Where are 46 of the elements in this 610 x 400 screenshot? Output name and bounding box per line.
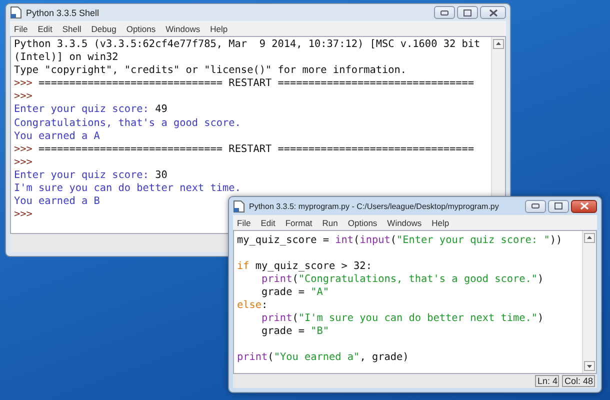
console-line: You earned a B — [14, 195, 100, 208]
close-button[interactable] — [571, 200, 597, 212]
menu-item[interactable]: File — [14, 24, 28, 34]
minimize-button[interactable] — [434, 6, 455, 19]
console-line: I'm sure you can do better next time. — [14, 182, 241, 196]
console-line: Python 3.3.5 (v3.3.5:62cf4e77f785, Mar 9 2014, 10:37:12) [MSC v.1600 32 bit — [14, 38, 480, 52]
close-button[interactable] — [480, 6, 506, 19]
console-line: >>> — [14, 156, 34, 169]
menu-item[interactable]: Options — [348, 218, 378, 228]
console-line: Enter your quiz score: 30 — [14, 168, 168, 182]
status-text: Col: 48 — [562, 375, 595, 387]
console-line: Enter your quiz score: 49 — [14, 103, 168, 117]
menu-item[interactable]: Shell — [62, 24, 82, 34]
menu-item[interactable]: Debug — [91, 24, 116, 34]
menu-item[interactable]: Edit — [260, 218, 276, 228]
maximize-button[interactable] — [457, 6, 478, 19]
maximize-icon — [463, 8, 472, 16]
document-icon — [10, 6, 22, 19]
document-icon — [233, 200, 245, 212]
console-line: >>> — [14, 90, 34, 104]
menu-item[interactable]: Help — [210, 24, 228, 34]
menu-item[interactable]: Windows — [387, 218, 422, 228]
console-line: Type "copyright", "credits" or "license()" for more information. — [14, 64, 407, 78]
console-line: Congratulations, that's a good score. — [14, 116, 241, 130]
menu-item[interactable]: Edit — [38, 24, 52, 34]
maximize-button[interactable] — [548, 200, 569, 212]
console-line: >>> ============================== RESTART ================================ — [14, 142, 474, 156]
menu-item[interactable]: Help — [432, 218, 450, 228]
menu-item[interactable]: File — [237, 218, 251, 228]
close-icon — [488, 8, 498, 16]
console-line: You earned a A — [14, 130, 100, 143]
menu-item[interactable]: Run — [322, 218, 338, 228]
status-text: Ln: 4 — [535, 375, 560, 387]
minimize-button[interactable] — [525, 200, 546, 212]
console-line: >>> ============================== RESTART ================================ — [14, 77, 474, 90]
menu-item[interactable]: Options — [126, 24, 156, 34]
console-line: (Intel)] on win32 — [14, 51, 118, 64]
minimize-icon — [531, 203, 540, 209]
menu-item[interactable]: Windows — [166, 24, 200, 34]
window-title: Python 3.3.5: myprogram.py - C:/Users/league/Desktop/myprogram.py — [249, 202, 500, 210]
menu-item[interactable]: Format — [285, 218, 312, 228]
window-title: Python 3.3.5 Shell — [26, 8, 100, 18]
minimize-icon — [440, 10, 449, 16]
console-line: >>> — [14, 208, 34, 222]
maximize-icon — [554, 202, 563, 210]
close-icon — [580, 202, 588, 210]
